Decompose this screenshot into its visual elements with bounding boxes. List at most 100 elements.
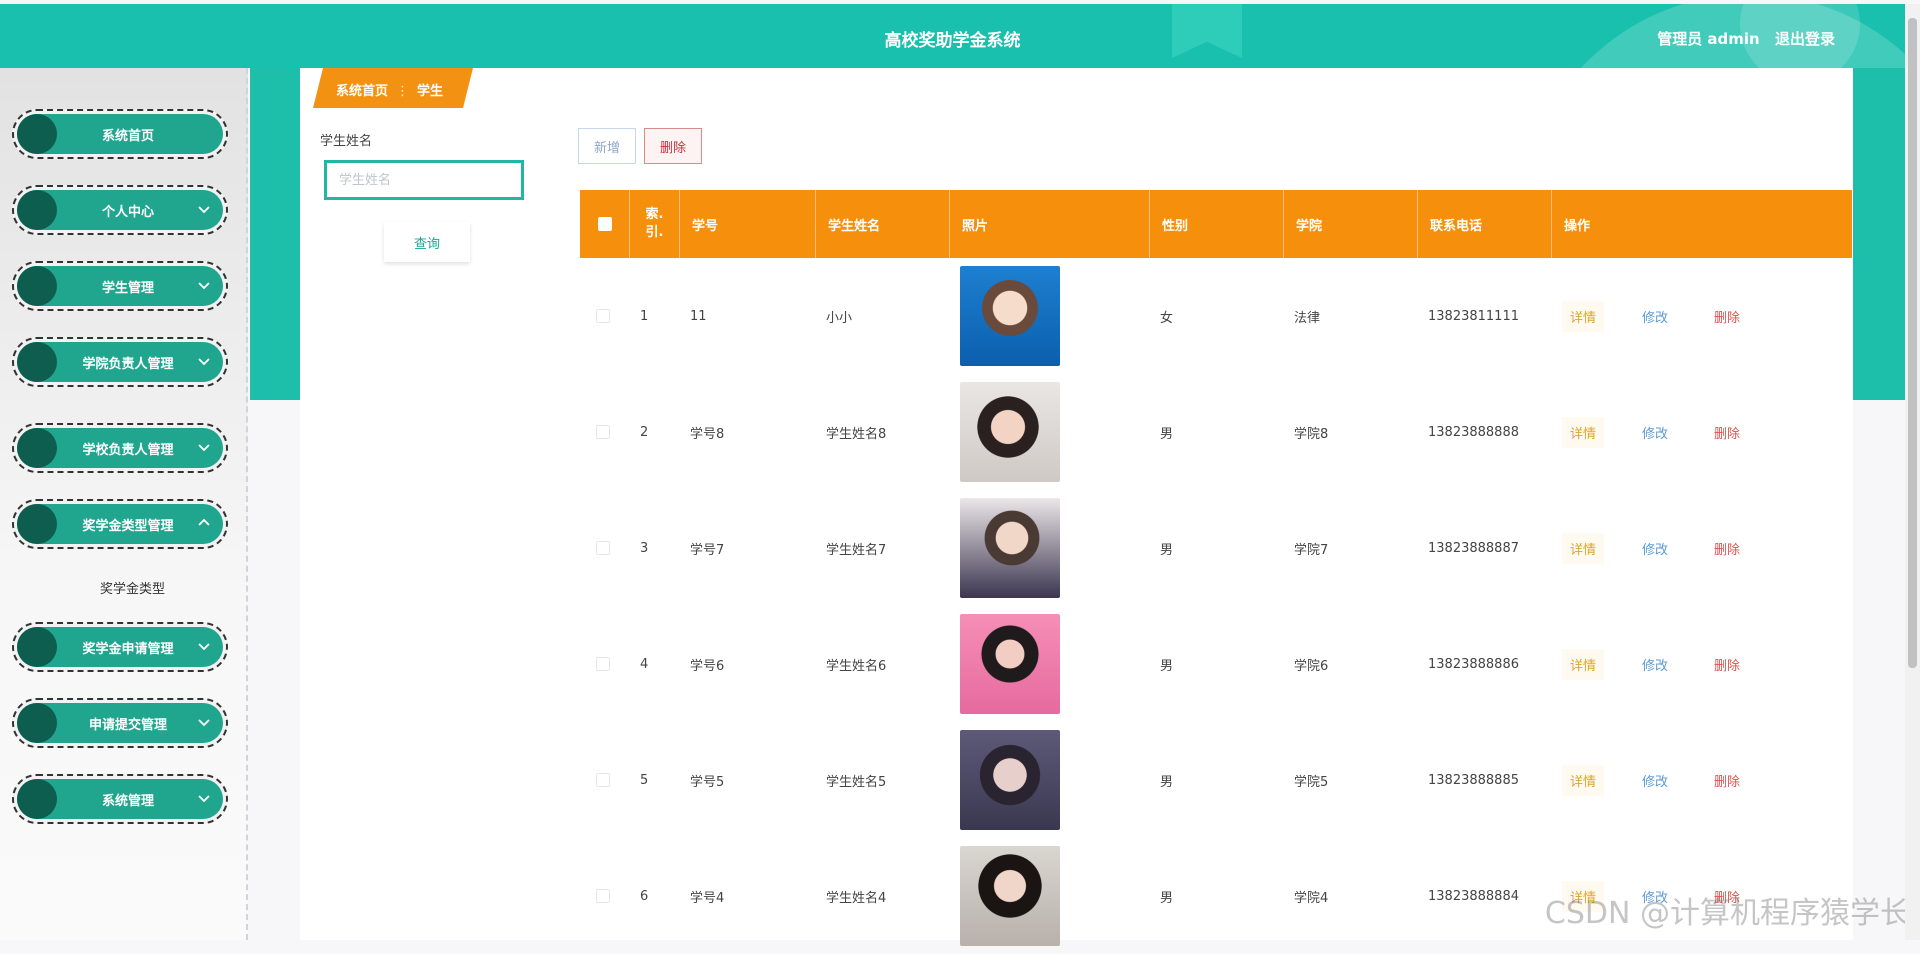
edit-button[interactable]: 修改 — [1634, 649, 1676, 680]
detail-button[interactable]: 详情 — [1562, 764, 1605, 796]
sidebar-item-dot — [17, 703, 57, 743]
sidebar-item-college-manager[interactable]: 学院负责人管理 — [12, 337, 228, 387]
edit-button[interactable]: 修改 — [1634, 765, 1676, 796]
batch-delete-button[interactable]: 删除 — [644, 128, 702, 164]
student-name-input[interactable] — [324, 160, 524, 200]
table-row: 1 11 小小 女 法律 13823811111 详情 修改 删除 — [580, 258, 1852, 374]
row-checkbox[interactable] — [596, 309, 610, 323]
delete-button[interactable]: 删除 — [1706, 649, 1748, 680]
row-check-cell — [596, 258, 610, 374]
cell-actions: 详情 修改 删除 — [1562, 374, 1748, 490]
sidebar-item-label: 申请提交管理 — [88, 717, 167, 733]
sidebar-item-scholarship-application[interactable]: 奖学金申请管理 — [12, 622, 228, 672]
sidebar-item-scholarship-type[interactable]: 奖学金类型管理 — [12, 499, 228, 549]
column-header-student-no: 学号 — [680, 190, 816, 258]
cell-gender: 男 — [1160, 774, 1174, 790]
cell-phone: 13823888887 — [1428, 540, 1519, 556]
cell-phone: 13823888888 — [1428, 424, 1519, 440]
cell-student-no: 学号7 — [690, 542, 725, 558]
cell-index: 1 — [640, 308, 649, 324]
student-photo — [960, 498, 1060, 598]
top-header: 高校奖助学金系统 管理员 admin 退出登录 — [0, 4, 1905, 68]
edit-button[interactable]: 修改 — [1634, 417, 1676, 448]
cell-phone: 13823888885 — [1428, 772, 1519, 788]
sidebar-item-student-management[interactable]: 学生管理 — [12, 261, 228, 311]
breadcrumb-separator: ⋮ — [396, 84, 410, 99]
cell-college: 学院7 — [1294, 542, 1329, 558]
row-checkbox[interactable] — [596, 889, 610, 903]
sidebar-item-dot — [17, 504, 57, 544]
cell-gender: 女 — [1160, 310, 1174, 326]
sidebar-item-label: 学院负责人管理 — [82, 356, 174, 372]
add-button[interactable]: 新增 — [578, 128, 636, 164]
column-header-phone: 联系电话 — [1418, 190, 1552, 258]
sidebar-item-personal-center[interactable]: 个人中心 — [12, 185, 228, 235]
select-all-checkbox[interactable] — [597, 217, 612, 231]
detail-button[interactable]: 详情 — [1562, 532, 1605, 564]
cell-college: 法律 — [1294, 310, 1321, 326]
row-checkbox[interactable] — [596, 773, 610, 787]
submenu-item-scholarship-type[interactable]: 奖学金类型 — [100, 578, 165, 597]
row-checkbox[interactable] — [596, 541, 610, 555]
sidebar-item-school-manager[interactable]: 学校负责人管理 — [12, 423, 228, 473]
cell-index: 5 — [640, 772, 649, 788]
cell-photo — [960, 838, 1060, 954]
table-row: 5 学号5 学生姓名5 男 学院5 13823888885 详情 修改 删除 — [580, 722, 1852, 838]
cell-photo — [960, 490, 1060, 606]
breadcrumb-home[interactable]: 系统首页 — [336, 84, 388, 99]
student-photo — [960, 846, 1060, 946]
cell-phone: 13823888884 — [1428, 888, 1519, 904]
detail-button[interactable]: 详情 — [1562, 300, 1605, 332]
cell-student-no: 学号8 — [690, 426, 725, 442]
cell-college: 学院6 — [1294, 658, 1329, 674]
cell-index: 6 — [640, 888, 649, 904]
delete-button[interactable]: 删除 — [1706, 301, 1748, 332]
column-header-name: 学生姓名 — [816, 190, 950, 258]
table-header: 索. 引. 学号 学生姓名 照片 性别 学院 联系电话 操作 — [580, 190, 1852, 258]
scrollbar-thumb[interactable] — [1908, 18, 1917, 668]
sidebar-item-home[interactable]: 系统首页 — [12, 109, 228, 159]
detail-button[interactable]: 详情 — [1562, 416, 1605, 448]
edit-button[interactable]: 修改 — [1634, 533, 1676, 564]
sidebar-item-dot — [17, 342, 57, 382]
chevron-down-icon — [198, 358, 210, 366]
chevron-down-icon — [198, 795, 210, 803]
delete-button[interactable]: 删除 — [1706, 765, 1748, 796]
row-checkbox[interactable] — [596, 657, 610, 671]
logout-link[interactable]: 退出登录 — [1775, 30, 1835, 48]
cell-name: 学生姓名6 — [826, 658, 887, 674]
cell-name: 学生姓名5 — [826, 774, 887, 790]
app-title: 高校奖助学金系统 — [884, 31, 1021, 51]
column-header-index: 索. 引. — [630, 190, 680, 258]
sidebar-item-dot — [17, 428, 57, 468]
edit-button[interactable]: 修改 — [1634, 301, 1676, 332]
detail-button[interactable]: 详情 — [1562, 648, 1605, 680]
table-row: 2 学号8 学生姓名8 男 学院8 13823888888 详情 修改 删除 — [580, 374, 1852, 490]
cell-phone: 13823888886 — [1428, 656, 1519, 672]
sidebar-item-system[interactable]: 系统管理 — [12, 774, 228, 824]
table-row: 3 学号7 学生姓名7 男 学院7 13823888887 详情 修改 删除 — [580, 490, 1852, 606]
page-scrollbar[interactable] — [1905, 4, 1920, 940]
sidebar-item-label: 系统管理 — [101, 793, 154, 809]
cell-index: 3 — [640, 540, 649, 556]
cell-index: 2 — [640, 424, 649, 440]
sidebar-item-dot — [17, 779, 57, 819]
table-row: 4 学号6 学生姓名6 男 学院6 13823888886 详情 修改 删除 — [580, 606, 1852, 722]
delete-button[interactable]: 删除 — [1706, 533, 1748, 564]
sidebar-item-label: 奖学金申请管理 — [82, 641, 174, 657]
column-header-photo: 照片 — [950, 190, 1150, 258]
column-header-college: 学院 — [1284, 190, 1418, 258]
cell-name: 小小 — [826, 310, 853, 326]
student-photo — [960, 266, 1060, 366]
student-photo — [960, 730, 1060, 830]
row-check-cell — [596, 374, 610, 490]
sidebar-item-dot — [17, 266, 57, 306]
sidebar-item-submission[interactable]: 申请提交管理 — [12, 698, 228, 748]
chevron-down-icon — [198, 643, 210, 651]
query-button[interactable]: 查询 — [384, 222, 470, 262]
delete-button[interactable]: 删除 — [1706, 417, 1748, 448]
row-checkbox[interactable] — [596, 425, 610, 439]
cell-gender: 男 — [1160, 890, 1174, 906]
cell-actions: 详情 修改 删除 — [1562, 606, 1748, 722]
cell-name: 学生姓名7 — [826, 542, 887, 558]
